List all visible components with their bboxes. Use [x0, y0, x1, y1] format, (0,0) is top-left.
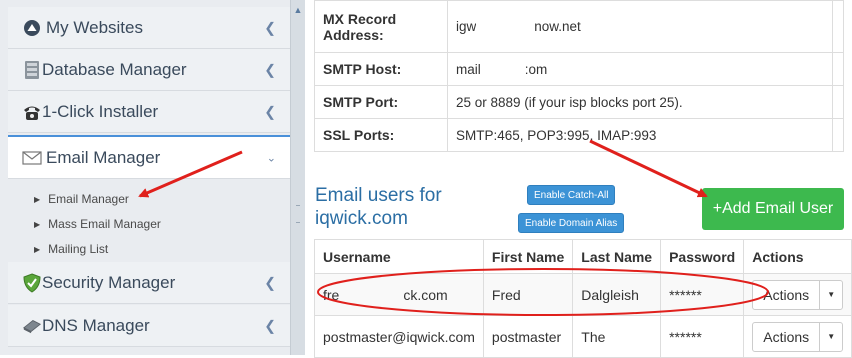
sidebar-item-label: My Websites: [46, 17, 143, 37]
username-end: ck.com: [403, 286, 448, 303]
caret-down-icon[interactable]: ▼: [820, 323, 842, 351]
submenu-item-mailing-list[interactable]: ▶ Mailing List: [34, 239, 108, 259]
row-value: SMTP:465, POP3:995, IMAP:993: [447, 118, 833, 152]
sidebar-item-label: Email Manager: [46, 147, 161, 167]
database-icon: [22, 60, 42, 80]
actions-button-group: Actions ▼: [752, 321, 844, 352]
row-key: SSL Ports:: [314, 118, 448, 152]
column-header-password: Password: [660, 239, 745, 274]
add-email-user-button[interactable]: +Add Email User: [702, 188, 844, 230]
phone-icon: [22, 102, 42, 122]
value-end: :om: [524, 61, 548, 77]
row-value: 25 or 8889 (if your isp blocks port 25).: [447, 85, 833, 119]
email-users-table: Username First Name Last Name Password A…: [314, 239, 852, 358]
sidebar-item-database-manager[interactable]: Database Manager ❮: [8, 49, 290, 91]
actions-cell: Actions ▼: [743, 273, 852, 316]
table-row: postmaster@iqwick.com postmaster The ***…: [314, 315, 852, 358]
triangle-right-icon: ▶: [34, 194, 41, 204]
value-start: mail: [456, 61, 481, 77]
empty-cell: [832, 118, 844, 152]
sidebar-item-1-click-installer[interactable]: 1-Click Installer ❮: [8, 91, 290, 133]
sidebar-item-label: Security Manager: [42, 272, 176, 292]
submenu-item-email-manager[interactable]: ▶ Email Manager: [34, 189, 129, 209]
username-start: fre: [323, 286, 340, 303]
actions-button[interactable]: Actions: [753, 280, 821, 309]
redacted-block: [480, 63, 525, 76]
empty-cell: [832, 52, 844, 86]
username-cell: postmaster@iqwick.com: [314, 315, 484, 358]
sidebar-item-security-manager[interactable]: Security Manager ❮: [8, 262, 290, 304]
mail-server-info-table: MX Record Address: igw now.net SMTP Host:…: [314, 0, 844, 152]
chevron-left-icon: ❮: [264, 274, 276, 290]
sidebar: My Websites ❮ Database Manager ❮ 1-Click…: [0, 0, 291, 355]
row-value: igw now.net: [447, 0, 833, 53]
redacted-block: [476, 21, 535, 34]
table-row: SMTP Host: mail :om: [314, 52, 844, 86]
caret-down-icon[interactable]: ▼: [820, 281, 842, 309]
first-name-cell: Fred: [482, 273, 574, 316]
sidebar-item-label: Database Manager: [42, 59, 187, 79]
sidebar-scrollbar[interactable]: ▲: [290, 0, 305, 355]
scroll-up-arrow-icon[interactable]: ▲: [292, 4, 304, 16]
row-key: MX Record Address:: [314, 0, 448, 53]
column-header-username: Username: [314, 239, 484, 274]
enable-catch-all-button[interactable]: Enable Catch-All: [527, 185, 616, 205]
triangle-right-icon: ▶: [34, 219, 41, 229]
table-header-row: Username First Name Last Name Password A…: [314, 239, 852, 274]
row-key: SMTP Port:: [314, 85, 448, 119]
triangle-right-icon: ▶: [34, 244, 41, 254]
chevron-left-icon: ❮: [264, 61, 276, 77]
scroll-grip[interactable]: [296, 205, 300, 223]
row-key: SMTP Host:: [314, 52, 448, 86]
submenu-label: Mass Email Manager: [48, 217, 161, 231]
table-row: SSL Ports: SMTP:465, POP3:995, IMAP:993: [314, 118, 844, 152]
empty-cell: [832, 0, 844, 53]
empty-cell: [832, 85, 844, 119]
table-row: MX Record Address: igw now.net: [314, 0, 844, 53]
server-icon: [22, 316, 42, 336]
submenu-label: Mailing List: [48, 242, 109, 256]
chevron-left-icon: ❮: [264, 19, 276, 35]
column-header-actions: Actions: [743, 239, 852, 274]
first-name-cell: postmaster: [482, 315, 574, 358]
dashboard-icon: [22, 18, 42, 38]
email-users-title: Email users for iqwick.com: [315, 185, 442, 229]
chevron-left-icon: ❮: [264, 317, 276, 333]
value-start: igw: [456, 19, 477, 34]
envelope-icon: [22, 148, 42, 168]
actions-button-group: Actions ▼: [752, 279, 844, 310]
chevron-down-icon: ⌄: [266, 152, 276, 164]
chevron-left-icon: ❮: [264, 103, 276, 119]
sidebar-item-dns-manager[interactable]: DNS Manager ❮: [8, 305, 290, 347]
password-cell: ******: [660, 273, 745, 316]
enable-domain-alias-button[interactable]: Enable Domain Alias: [518, 213, 625, 233]
last-name-cell: Dalgleish: [572, 273, 662, 316]
actions-button[interactable]: Actions: [753, 322, 821, 351]
last-name-cell: The: [572, 315, 662, 358]
row-value: mail :om: [447, 52, 833, 86]
table-row: SMTP Port: 25 or 8889 (if your isp block…: [314, 85, 844, 119]
column-header-last-name: Last Name: [572, 239, 662, 274]
shield-icon: [22, 272, 42, 293]
sidebar-item-my-websites[interactable]: My Websites ❮: [8, 7, 290, 49]
submenu-item-mass-email-manager[interactable]: ▶ Mass Email Manager: [34, 214, 161, 234]
redacted-block: [339, 289, 404, 302]
username-cell: fre ck.com: [314, 273, 484, 316]
column-header-first-name: First Name: [482, 239, 574, 274]
table-row: fre ck.com Fred Dalgleish ****** Actions …: [314, 273, 852, 316]
sidebar-item-label: 1-Click Installer: [42, 101, 159, 121]
password-cell: ******: [660, 315, 745, 358]
actions-cell: Actions ▼: [743, 315, 852, 358]
sidebar-item-label: DNS Manager: [42, 315, 150, 335]
sidebar-item-email-manager[interactable]: Email Manager ⌄: [8, 135, 290, 179]
value-end: now.net: [534, 19, 581, 34]
main-content: MX Record Address: igw now.net SMTP Host:…: [304, 0, 852, 358]
submenu-label: Email Manager: [48, 192, 129, 206]
